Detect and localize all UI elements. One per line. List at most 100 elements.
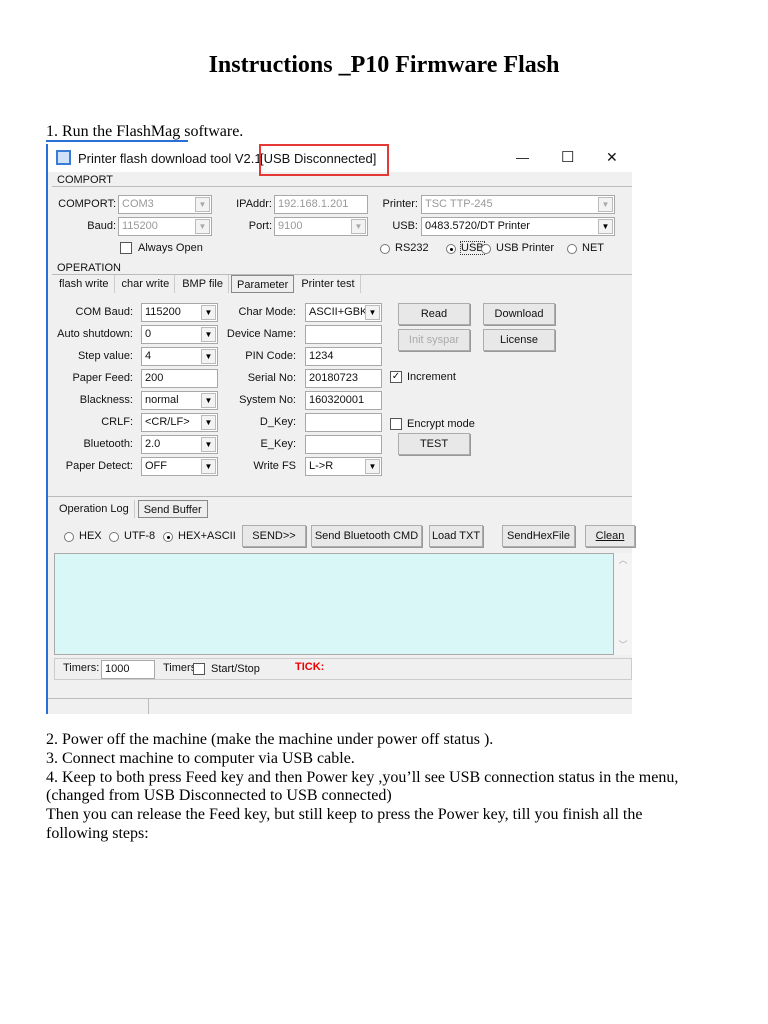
encoding-radio-1[interactable]	[109, 532, 119, 542]
param-label: Auto shutdown:	[57, 328, 133, 340]
maximize-icon[interactable]: ☐	[561, 148, 574, 166]
param-field-2[interactable]: 4 ▼	[141, 347, 218, 366]
param-field-0[interactable]: 115200 ▼	[141, 303, 218, 322]
timers-value: 1000	[105, 663, 130, 675]
param-value: 115200	[145, 306, 181, 318]
mode-radio-usb[interactable]	[446, 244, 456, 254]
param-field-mid-3[interactable]: 20180723	[305, 369, 382, 388]
chevron-down-icon: ▼	[598, 219, 613, 234]
encoding-label: UTF-8	[124, 530, 156, 542]
chevron-down-icon: ▼	[195, 219, 210, 234]
param-field-3[interactable]: 200	[141, 369, 218, 388]
comport-select[interactable]: COM3 ▼	[118, 195, 212, 214]
always-open-checkbox[interactable]	[120, 242, 132, 254]
send-hex-file-button[interactable]: SendHexFile	[502, 525, 575, 547]
init-syspar-button[interactable]: Init syspar	[398, 329, 470, 351]
document-line: 3. Connect machine to computer via USB c…	[46, 749, 355, 767]
ip-value: 192.168.1.201	[278, 198, 349, 210]
tab-parameter[interactable]: Parameter	[230, 275, 295, 293]
param-value: 200	[145, 372, 164, 384]
param-field-4[interactable]: normal ▼	[141, 391, 218, 410]
document-title: Instructions _P10 Firmware Flash	[208, 52, 560, 78]
param-field-mid-2[interactable]: 1234	[305, 347, 382, 366]
param-value: 4	[145, 350, 152, 362]
mode-radio-rs232[interactable]	[380, 244, 390, 254]
status-highlight-box	[259, 144, 389, 176]
comport-group-label: COMPORT	[57, 174, 114, 186]
encrypt-mode-checkbox[interactable]	[390, 418, 402, 430]
chevron-down-icon: ▼	[365, 459, 380, 474]
download-button[interactable]: Download	[483, 303, 555, 325]
tab-operation-log[interactable]: Operation Log	[54, 500, 135, 518]
param-field-mid-7[interactable]: L->R ▼	[305, 457, 382, 476]
license-button[interactable]: License	[483, 329, 555, 351]
read-button[interactable]: Read	[398, 303, 470, 325]
minimize-icon[interactable]: —	[516, 150, 529, 165]
param-label: Step value:	[77, 350, 133, 362]
scrollbar[interactable]: ︿ ﹀	[614, 553, 632, 655]
selection-underline	[46, 140, 188, 142]
param-label: Char Mode:	[238, 306, 296, 318]
start-stop-label: Start/Stop	[211, 663, 260, 675]
port-select[interactable]: 9100 ▼	[274, 217, 368, 236]
param-field-1[interactable]: 0 ▼	[141, 325, 218, 344]
tab-printer-test[interactable]: Printer test	[296, 275, 361, 293]
ip-input[interactable]: 192.168.1.201	[274, 195, 368, 214]
port-value: 9100	[278, 220, 303, 232]
clean-button[interactable]: Clean	[585, 525, 635, 547]
param-field-7[interactable]: OFF ▼	[141, 457, 218, 476]
param-field-mid-6[interactable]	[305, 435, 382, 454]
param-field-6[interactable]: 2.0 ▼	[141, 435, 218, 454]
mode-radio-net[interactable]	[567, 244, 577, 254]
send-buffer-textarea[interactable]	[54, 553, 614, 655]
scroll-up-icon[interactable]: ︿	[614, 553, 632, 566]
baud-value: 115200	[122, 220, 158, 232]
param-field-mid-1[interactable]	[305, 325, 382, 344]
increment-checkbox[interactable]: ✓	[390, 371, 402, 383]
document-line: following steps:	[46, 825, 149, 842]
param-label: Bluetooth:	[83, 438, 133, 450]
baud-select[interactable]: 115200 ▼	[118, 217, 212, 236]
param-label: D_Key:	[259, 416, 296, 428]
timers-input[interactable]: 1000	[101, 660, 155, 679]
timers-label-2: Timers	[163, 662, 197, 674]
param-label: Paper Feed:	[72, 372, 133, 384]
send-button[interactable]: SEND>>	[242, 525, 306, 547]
start-stop-checkbox[interactable]	[193, 663, 205, 675]
printer-select[interactable]: TSC TTP-245 ▼	[421, 195, 615, 214]
ip-label: IPAddr:	[236, 198, 272, 210]
tab-char-write[interactable]: char write	[117, 275, 176, 293]
param-value: L->R	[309, 460, 334, 472]
param-label: Paper Detect:	[65, 460, 133, 472]
param-field-5[interactable]: <CR/LF> ▼	[141, 413, 218, 432]
param-value: 20180723	[309, 372, 358, 384]
scroll-down-icon[interactable]: ﹀	[614, 638, 632, 651]
document-line: 4. Keep to both press Feed key and then …	[46, 768, 679, 786]
document-line: (changed from USB Disconnected to USB co…	[46, 787, 392, 805]
document-line: Then you can release the Feed key, but s…	[46, 806, 643, 824]
param-field-mid-4[interactable]: 160320001	[305, 391, 382, 410]
usb-select[interactable]: 0483.5720/DT Printer ▼	[421, 217, 615, 236]
close-icon[interactable]: ✕	[606, 149, 618, 166]
tab-send-buffer[interactable]: Send Buffer	[137, 500, 208, 518]
param-field-mid-0[interactable]: ASCII+GBK ▼	[305, 303, 382, 322]
param-value: OFF	[145, 460, 167, 472]
load-txt-button[interactable]: Load TXT	[429, 525, 483, 547]
param-value: 2.0	[145, 438, 161, 450]
tick-label: TICK:	[295, 661, 325, 673]
encoding-radio-2[interactable]	[163, 532, 173, 542]
comport-label: COMPORT:	[58, 198, 116, 210]
mode-radio-usb-printer[interactable]	[481, 244, 491, 254]
tab-flash-write[interactable]: flash write	[54, 275, 115, 293]
title-bar: Printer flash download tool V2.1 [USB Di…	[48, 144, 632, 176]
encoding-radio-0[interactable]	[64, 532, 74, 542]
send-bluetooth-cmd-button[interactable]: Send Bluetooth CMD	[311, 525, 422, 547]
param-label: Serial No:	[247, 372, 296, 384]
document-line: 2. Power off the machine (make the machi…	[46, 731, 494, 748]
chevron-down-icon: ▼	[598, 197, 613, 212]
param-label: PIN Code:	[245, 350, 296, 362]
param-field-mid-5[interactable]	[305, 413, 382, 432]
test-button[interactable]: TEST	[398, 433, 470, 455]
always-open-label: Always Open	[138, 242, 203, 254]
tab-bmp-file[interactable]: BMP file	[177, 275, 229, 293]
